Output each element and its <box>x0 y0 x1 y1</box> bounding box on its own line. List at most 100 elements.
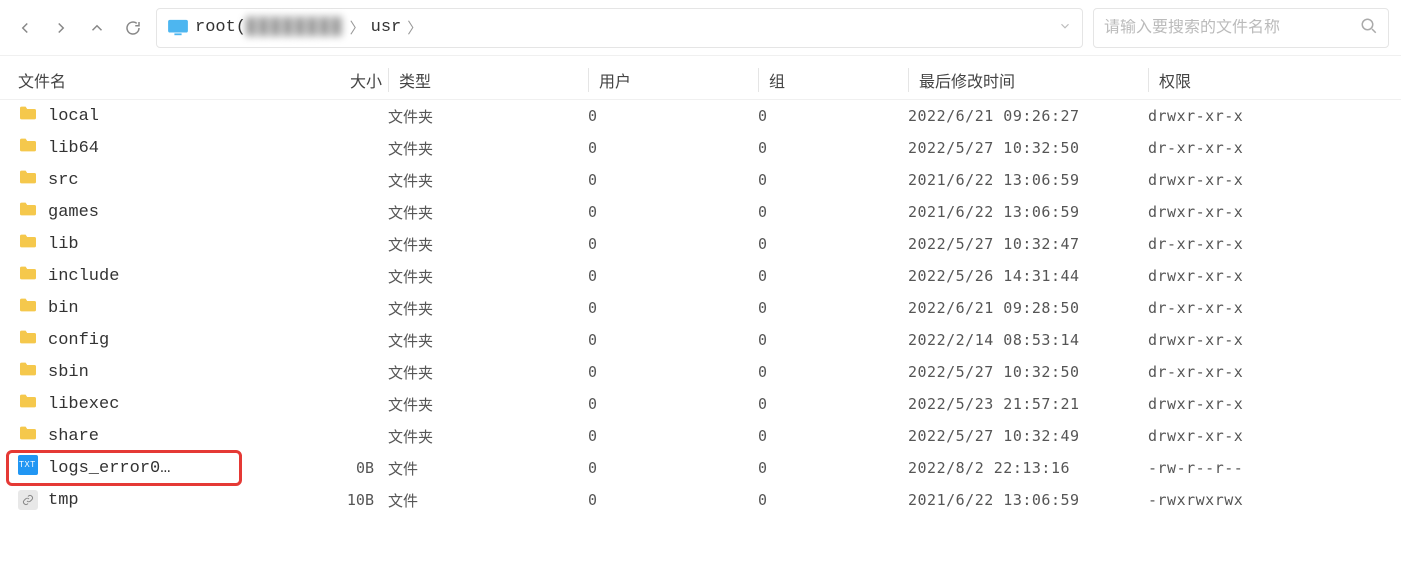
file-name: sbin <box>18 361 278 383</box>
file-type: 文件夹 <box>388 298 588 319</box>
file-group: 0 <box>758 171 908 189</box>
file-group: 0 <box>758 331 908 349</box>
col-mtime[interactable]: 最后修改时间 <box>908 68 1148 92</box>
file-mtime: 2022/6/21 09:26:27 <box>908 107 1148 125</box>
file-row[interactable]: config文件夹002022/2/14 08:53:14drwxr-xr-x <box>0 324 1401 356</box>
file-group: 0 <box>758 395 908 413</box>
file-row[interactable]: sbin文件夹002022/5/27 10:32:50dr-xr-xr-x <box>0 356 1401 388</box>
file-row[interactable]: local文件夹002022/6/21 09:26:27drwxr-xr-x <box>0 100 1401 132</box>
file-name: share <box>18 425 278 447</box>
file-user: 0 <box>588 395 758 413</box>
file-perm: drwxr-xr-x <box>1148 427 1383 445</box>
file-name: games <box>18 201 278 223</box>
file-name: lib <box>18 233 278 255</box>
file-row[interactable]: tmp10B文件002021/6/22 13:06:59-rwxrwxrwx <box>0 484 1401 516</box>
col-name[interactable]: 文件名 <box>18 68 278 92</box>
file-perm: drwxr-xr-x <box>1148 267 1383 285</box>
file-mtime: 2022/2/14 08:53:14 <box>908 331 1148 349</box>
file-name-text: config <box>48 331 109 350</box>
file-type: 文件夹 <box>388 234 588 255</box>
file-row[interactable]: share文件夹002022/5/27 10:32:49drwxr-xr-x <box>0 420 1401 452</box>
folder-icon <box>18 393 38 415</box>
chevron-right-icon: 〉 <box>407 17 422 38</box>
address-expand[interactable] <box>1058 19 1072 37</box>
col-group[interactable]: 组 <box>758 68 908 92</box>
file-name: libexec <box>18 393 278 415</box>
file-row[interactable]: libexec文件夹002022/5/23 21:57:21drwxr-xr-x <box>0 388 1401 420</box>
toolbar: root(████████ 〉 usr 〉 <box>0 0 1401 56</box>
col-type[interactable]: 类型 <box>388 68 588 92</box>
file-mtime: 2022/5/23 21:57:21 <box>908 395 1148 413</box>
folder-icon <box>18 169 38 191</box>
file-group: 0 <box>758 267 908 285</box>
arrow-right-icon <box>52 19 70 37</box>
file-user: 0 <box>588 267 758 285</box>
file-name-text: tmp <box>48 491 79 510</box>
file-name: include <box>18 265 278 287</box>
file-row[interactable]: logs_error0…0B文件002022/8/2 22:13:16-rw-r… <box>0 452 1401 484</box>
file-row[interactable]: bin文件夹002022/6/21 09:28:50dr-xr-xr-x <box>0 292 1401 324</box>
file-perm: drwxr-xr-x <box>1148 203 1383 221</box>
file-row[interactable]: games文件夹002021/6/22 13:06:59drwxr-xr-x <box>0 196 1401 228</box>
breadcrumb-root-label: root( <box>195 18 246 37</box>
file-size: 0B <box>278 459 388 477</box>
file-perm: dr-xr-xr-x <box>1148 363 1383 381</box>
search-input[interactable] <box>1104 19 1352 37</box>
file-mtime: 2021/6/22 13:06:59 <box>908 203 1148 221</box>
file-user: 0 <box>588 363 758 381</box>
file-name: src <box>18 169 278 191</box>
file-grid: local文件夹002022/6/21 09:26:27drwxr-xr-xli… <box>0 100 1401 516</box>
refresh-button[interactable] <box>120 15 146 41</box>
address-bar[interactable]: root(████████ 〉 usr 〉 <box>156 8 1083 48</box>
file-size: 10B <box>278 491 388 509</box>
file-name: logs_error0… <box>18 455 278 481</box>
file-type: 文件夹 <box>388 170 588 191</box>
file-perm: -rwxrwxrwx <box>1148 491 1383 509</box>
file-user: 0 <box>588 235 758 253</box>
folder-icon <box>18 329 38 351</box>
file-user: 0 <box>588 459 758 477</box>
file-name-text: include <box>48 267 119 286</box>
file-user: 0 <box>588 139 758 157</box>
file-name-text: share <box>48 427 99 446</box>
breadcrumb-root[interactable]: root(████████ <box>195 18 344 37</box>
file-group: 0 <box>758 491 908 509</box>
folder-icon <box>18 297 38 319</box>
file-user: 0 <box>588 107 758 125</box>
file-type: 文件夹 <box>388 330 588 351</box>
file-name-text: local <box>48 107 99 126</box>
col-size[interactable]: 大小 <box>278 68 388 92</box>
col-user[interactable]: 用户 <box>588 68 758 92</box>
up-button[interactable] <box>84 15 110 41</box>
folder-icon <box>18 425 38 447</box>
col-perm[interactable]: 权限 <box>1148 68 1383 92</box>
folder-icon <box>18 137 38 159</box>
file-mtime: 2022/5/27 10:32:50 <box>908 139 1148 157</box>
file-group: 0 <box>758 107 908 125</box>
file-type: 文件夹 <box>388 426 588 447</box>
file-mtime: 2021/6/22 13:06:59 <box>908 491 1148 509</box>
file-row[interactable]: lib64文件夹002022/5/27 10:32:50dr-xr-xr-x <box>0 132 1401 164</box>
search-icon[interactable] <box>1360 17 1378 39</box>
file-perm: dr-xr-xr-x <box>1148 139 1383 157</box>
file-group: 0 <box>758 299 908 317</box>
file-name-text: games <box>48 203 99 222</box>
file-perm: -rw-r--r-- <box>1148 459 1383 477</box>
back-button[interactable] <box>12 15 38 41</box>
file-row[interactable]: lib文件夹002022/5/27 10:32:47dr-xr-xr-x <box>0 228 1401 260</box>
column-header-row: 文件名 大小 类型 用户 组 最后修改时间 权限 <box>0 56 1401 100</box>
forward-button[interactable] <box>48 15 74 41</box>
file-group: 0 <box>758 139 908 157</box>
file-name: lib64 <box>18 137 278 159</box>
chevron-right-icon: 〉 <box>350 17 365 38</box>
file-name-text: logs_error0… <box>48 459 170 478</box>
file-mtime: 2022/6/21 09:28:50 <box>908 299 1148 317</box>
file-user: 0 <box>588 203 758 221</box>
file-type: 文件夹 <box>388 138 588 159</box>
file-perm: dr-xr-xr-x <box>1148 235 1383 253</box>
file-group: 0 <box>758 235 908 253</box>
breadcrumb-segment[interactable]: usr <box>371 18 402 37</box>
file-row[interactable]: include文件夹002022/5/26 14:31:44drwxr-xr-x <box>0 260 1401 292</box>
file-perm: drwxr-xr-x <box>1148 107 1383 125</box>
file-row[interactable]: src文件夹002021/6/22 13:06:59drwxr-xr-x <box>0 164 1401 196</box>
